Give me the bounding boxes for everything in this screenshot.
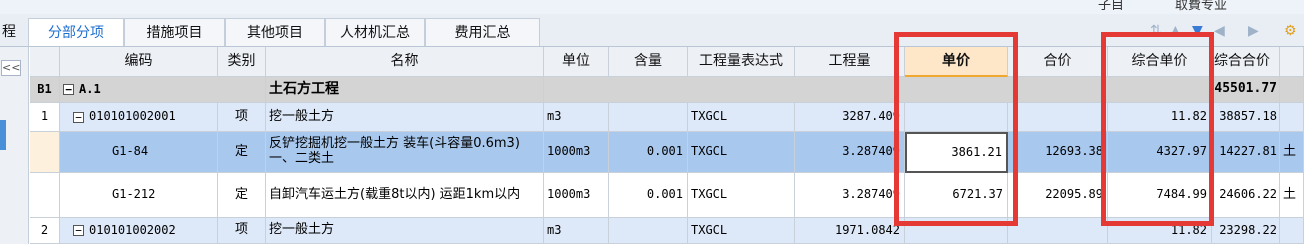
row-unit[interactable]: 1000m3 (544, 132, 609, 173)
row-quantity[interactable]: 3287.409 (795, 103, 905, 132)
row-code: 010101002001 (89, 109, 176, 124)
row-code-cell[interactable]: − 010101002001 (60, 103, 218, 132)
row-code-cell[interactable]: G1-212 (60, 173, 218, 218)
top-strip: 子目 取費专业 (0, 0, 1304, 14)
row-amount: 22095.89 (1008, 173, 1108, 218)
header-extra (1280, 47, 1304, 77)
comp-unit-price-highlight-box (1101, 32, 1214, 226)
header-name[interactable]: 名称 (266, 47, 544, 77)
row-unit[interactable]: 1000m3 (544, 173, 609, 218)
tab-cuoshi-xiangmu[interactable]: 措施项目 (124, 18, 225, 46)
header-code[interactable]: 编码 (60, 47, 218, 77)
settings-icon[interactable]: ⚙ (1284, 22, 1297, 40)
row-index: 1 (30, 103, 60, 132)
row-code: 010101002002 (89, 222, 176, 237)
collapse-toggle-icon[interactable]: − (63, 84, 74, 95)
row-type[interactable]: 项 (218, 103, 266, 132)
header-unit[interactable]: 单位 (544, 47, 609, 77)
row-unit[interactable]: m3 (544, 218, 609, 244)
row-expression[interactable]: TXGCL (688, 173, 795, 218)
row-name[interactable]: 挖一般土方 (266, 103, 544, 132)
header-type[interactable]: 类别 (218, 47, 266, 77)
row-content[interactable]: 0.001 (609, 173, 688, 218)
row-unit[interactable]: m3 (544, 103, 609, 132)
row-content[interactable] (609, 218, 688, 244)
section-code: A.1 (79, 81, 101, 96)
left-tab-stub[interactable]: 程 (0, 18, 26, 46)
section-code-cell[interactable]: − A.1 (60, 77, 266, 103)
row-type[interactable]: 定 (218, 173, 266, 218)
row-comp-amount: 14227.81 (1212, 132, 1280, 173)
row-code-cell[interactable]: G1-84 (60, 132, 218, 173)
row-amount: 12693.38 (1008, 132, 1108, 173)
section-extra (1280, 77, 1304, 103)
section-name[interactable]: 土石方工程 (266, 77, 544, 103)
row-amount (1008, 103, 1108, 132)
row-extra (1280, 218, 1304, 244)
row-expression[interactable]: TXGCL (688, 132, 795, 173)
header-content[interactable]: 含量 (609, 47, 688, 77)
row-comp-amount: 38857.18 (1212, 103, 1280, 132)
row-code: G1-212 (112, 187, 156, 202)
row-extra: 土 (1280, 132, 1304, 173)
row-comp-amount: 24606.22 (1212, 173, 1280, 218)
row-code: G1-84 (112, 144, 149, 159)
header-amount[interactable]: 合价 (1008, 47, 1108, 77)
row-expression[interactable]: TXGCL (688, 103, 795, 132)
row-content[interactable] (609, 103, 688, 132)
row-extra (1280, 103, 1304, 132)
row-code-cell[interactable]: − 010101002002 (60, 218, 218, 244)
row-type[interactable]: 定 (218, 132, 266, 173)
unit-price-highlight-box (894, 32, 1018, 226)
row-name[interactable]: 自卸汽车运土方(载重8t以内) 运距1km以内 (266, 173, 544, 218)
row-expression[interactable]: TXGCL (688, 218, 795, 244)
row-name[interactable]: 挖一般土方 (266, 218, 544, 244)
row-content[interactable]: 0.001 (609, 132, 688, 173)
row-index: 2 (30, 218, 60, 244)
collapse-button[interactable]: << (1, 60, 21, 76)
collapse-toggle-icon[interactable]: − (73, 111, 84, 123)
tab-fenbu-fenxiang[interactable]: 分部分项 (28, 18, 124, 46)
header-quantity[interactable]: 工程量 (795, 47, 905, 77)
tab-qita-xiangmu[interactable]: 其他项目 (225, 18, 325, 46)
section-total: 845501.77 (1212, 77, 1280, 103)
arrow-right-icon[interactable]: ▶ (1248, 22, 1259, 40)
top-right-label-2: 取費专业 (1175, 0, 1228, 13)
collapse-toggle-icon[interactable]: − (73, 225, 84, 236)
row-type[interactable]: 项 (218, 218, 266, 244)
row-quantity[interactable]: 3.287409 (795, 173, 905, 218)
row-amount (1008, 218, 1108, 244)
header-expression[interactable]: 工程量表达式 (688, 47, 795, 77)
tab-feiyong-huizong[interactable]: 费用汇总 (425, 18, 540, 46)
arrow-left-icon[interactable]: ◀ (1214, 22, 1225, 40)
row-quantity[interactable]: 3.287409 (795, 132, 905, 173)
header-comp-amount[interactable]: 综合合价 (1212, 47, 1280, 77)
side-selection-marker (0, 120, 6, 150)
row-comp-amount: 23298.22 (1212, 218, 1280, 244)
top-right-label-1: 子目 (1098, 0, 1125, 13)
row-name[interactable]: 反铲挖掘机挖一般土方 装车(斗容量0.6m3) 一、二类土 (266, 132, 544, 173)
row-quantity[interactable]: 1971.0842 (795, 218, 905, 244)
row-index (30, 132, 60, 173)
side-panel: << (0, 47, 29, 244)
row-index (30, 173, 60, 218)
row-extra: 土 (1280, 173, 1304, 218)
tab-rencaiji-huizong[interactable]: 人材机汇总 (325, 18, 425, 46)
header-corner (30, 47, 60, 77)
section-row-label: B1 (30, 77, 60, 103)
